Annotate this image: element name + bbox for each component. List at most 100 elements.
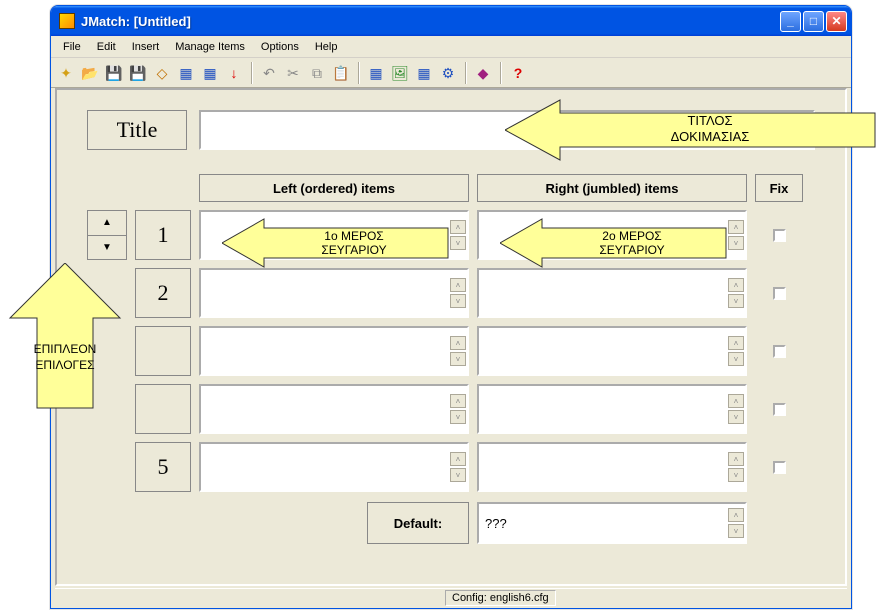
tb-web3-button[interactable]: ▦ [413,62,435,84]
left-item-input[interactable] [201,270,467,316]
tb-config-button[interactable]: ◆ [472,62,494,84]
fix-checkbox[interactable] [773,461,786,474]
minimize-button[interactable]: _ [780,11,801,32]
scroll-down-button[interactable]: ˅ [450,410,466,424]
fix-checkbox[interactable] [773,345,786,358]
scroll-down-button[interactable]: ˅ [450,236,466,250]
callout-title: ΤΙΤΛΟΣ ΔΟΚΙΜΑΣΙΑΣ [505,95,880,165]
left-item-field: ˄˅ [199,442,469,492]
tb-image-button[interactable]: 🖼 [389,62,411,84]
callout-right-line2: ΣΕΥΓΑΡΙΟΥ [599,243,664,257]
scroll-up-button[interactable]: ˄ [450,394,466,408]
tb-cut-button[interactable]: ✂ [282,62,304,84]
callout-title-line2: ΔΟΚΙΜΑΣΙΑΣ [671,129,750,144]
column-headers: Left (ordered) items Right (jumbled) ite… [199,174,815,202]
tb-export1-button[interactable]: ▦ [175,62,197,84]
save-icon: 💾 [105,66,122,80]
tb-copy-button[interactable]: ⧉ [306,62,328,84]
scroll-up-button[interactable]: ˄ [450,452,466,466]
menu-options[interactable]: Options [253,38,307,56]
left-item-input[interactable] [201,444,467,490]
scroll-down-button[interactable]: ˅ [728,352,744,366]
callout-title-line1: ΤΙΤΛΟΣ [687,113,732,128]
callout-left-line1: 1ο ΜΕΡΟΣ [324,229,383,243]
right-item-field: ˄˅ [477,442,747,492]
scroll-down-button[interactable]: ˅ [728,468,744,482]
menu-insert[interactable]: Insert [124,38,168,56]
default-input[interactable] [479,504,745,542]
tb-saveall-button[interactable]: 💾 [127,62,149,84]
tb-save-button[interactable]: 💾 [103,62,125,84]
tb-new-button[interactable]: ✦ [55,62,77,84]
scroll-up-button[interactable]: ˄ [450,220,466,234]
toolbar: ✦ 📂 💾 💾 ◇ ▦ ▦ ↓ ↶ ✂ ⧉ 📋 ▦ 🖼 ▦ ⚙ ◆ ? [51,58,851,88]
close-button[interactable]: ✕ [826,11,847,32]
scroll-up-button[interactable]: ˄ [728,508,744,522]
copy-icon: ⧉ [312,66,322,80]
window-title: JMatch: [Untitled] [79,14,780,29]
paste-icon: 📋 [332,66,349,80]
menu-file[interactable]: File [55,38,89,56]
scroll-up-button[interactable]: ˄ [728,336,744,350]
export1-icon: ▦ [179,66,192,80]
tb-open-button[interactable]: 📂 [79,62,101,84]
scroll-down-button[interactable]: ˅ [728,236,744,250]
titlebar[interactable]: JMatch: [Untitled] _ □ ✕ [51,6,851,36]
open-icon: 📂 [81,66,98,80]
menu-manage-items[interactable]: Manage Items [167,38,253,56]
menu-edit[interactable]: Edit [89,38,124,56]
right-items-header[interactable]: Right (jumbled) items [477,174,747,202]
fix-header[interactable]: Fix [755,174,803,202]
left-item-input[interactable] [201,328,467,374]
fix-checkbox[interactable] [773,287,786,300]
toolbar-separator [251,62,252,84]
default-row: Default: ˄˅ [367,502,815,544]
maximize-button[interactable]: □ [803,11,824,32]
move-down-button[interactable]: ▼ [88,235,126,260]
move-up-button[interactable]: ▲ [88,211,126,235]
title-label: Title [87,110,187,150]
scroll-up-button[interactable]: ˄ [728,452,744,466]
row-number: 2 [135,268,191,318]
scroll-down-button[interactable]: ˅ [450,468,466,482]
menu-help[interactable]: Help [307,38,346,56]
scroll-up-button[interactable]: ˄ [728,278,744,292]
left-items-header[interactable]: Left (ordered) items [199,174,469,202]
right-item-input[interactable] [479,328,745,374]
scroll-up-button[interactable]: ˄ [728,220,744,234]
row-number [135,384,191,434]
new-icon: ✦ [60,66,72,80]
row-number: 5 [135,442,191,492]
left-item-field: ˄˅ [199,268,469,318]
fix-checkbox[interactable] [773,229,786,242]
scroll-up-button[interactable]: ˄ [728,394,744,408]
tb-undo-button[interactable]: ↶ [258,62,280,84]
row-number [135,326,191,376]
scroll-down-button[interactable]: ˅ [728,410,744,424]
left-item-input[interactable] [201,386,467,432]
fix-cell [755,442,803,492]
fix-checkbox[interactable] [773,403,786,416]
window-buttons: _ □ ✕ [780,11,847,32]
tb-help-button[interactable]: ? [507,62,529,84]
right-item-field: ˄˅ [477,268,747,318]
tb-export2-button[interactable]: ▦ [199,62,221,84]
tb-web4-button[interactable]: ⚙ [437,62,459,84]
right-item-input[interactable] [479,386,745,432]
fix-cell [755,210,803,260]
scroll-down-button[interactable]: ˅ [450,352,466,366]
scroll-down-button[interactable]: ˅ [728,524,744,538]
scroll-down-button[interactable]: ˅ [450,294,466,308]
tb-paste-button[interactable]: 📋 [330,62,352,84]
scroll-up-button[interactable]: ˄ [450,278,466,292]
tb-erase-button[interactable]: ◇ [151,62,173,84]
right-item-input[interactable] [479,270,745,316]
saveall-icon: 💾 [129,66,146,80]
right-item-input[interactable] [479,444,745,490]
item-row: 5 ˄˅ ˄˅ [87,442,815,492]
undo-icon: ↶ [263,66,275,80]
tb-web1-button[interactable]: ▦ [365,62,387,84]
tb-arrowdown-button[interactable]: ↓ [223,62,245,84]
scroll-down-button[interactable]: ˅ [728,294,744,308]
scroll-up-button[interactable]: ˄ [450,336,466,350]
